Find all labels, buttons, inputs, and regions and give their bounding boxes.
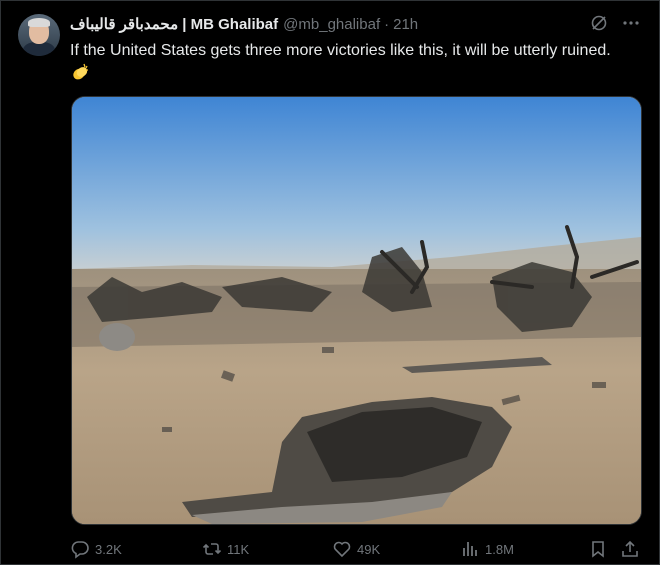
tweet-body: If the United States gets three more vic…	[70, 42, 611, 59]
reply-icon	[70, 539, 90, 559]
bookmark-button[interactable]	[588, 539, 608, 559]
timestamp[interactable]: 21h	[393, 16, 418, 33]
repost-button[interactable]: 11K	[202, 539, 249, 559]
views-button[interactable]: 1.8M	[460, 539, 514, 559]
author-name[interactable]: محمدباقر قالیباف | MB Ghalibaf	[70, 15, 278, 33]
tweet-header: محمدباقر قالیباف | MB Ghalibaf @mb_ghali…	[70, 15, 418, 34]
share-icon	[620, 539, 640, 559]
like-count: 49K	[357, 541, 381, 557]
share-button[interactable]	[620, 539, 640, 559]
separator-dot: ·	[384, 15, 390, 33]
tweet-top-actions	[590, 14, 640, 32]
reply-count: 3.2K	[95, 541, 122, 557]
avatar[interactable]	[18, 14, 60, 56]
bookmark-icon	[588, 539, 608, 559]
grok-icon[interactable]	[590, 14, 608, 32]
author-handle[interactable]: @mb_ghalibaf	[283, 16, 380, 33]
like-icon	[332, 539, 352, 559]
tweet-image[interactable]	[71, 96, 642, 525]
like-button[interactable]: 49K	[332, 539, 380, 559]
more-icon[interactable]	[622, 14, 640, 32]
clapping-hands-emoji	[70, 62, 90, 89]
repost-icon	[202, 539, 222, 559]
views-count: 1.8M	[485, 541, 514, 557]
views-icon	[460, 539, 480, 559]
repost-count: 11K	[227, 541, 250, 557]
reply-button[interactable]: 3.2K	[70, 539, 122, 559]
tweet-text: If the United States gets three more vic…	[70, 39, 630, 89]
tweet-actions: 3.2K 11K 49K 1.8M	[70, 539, 640, 559]
